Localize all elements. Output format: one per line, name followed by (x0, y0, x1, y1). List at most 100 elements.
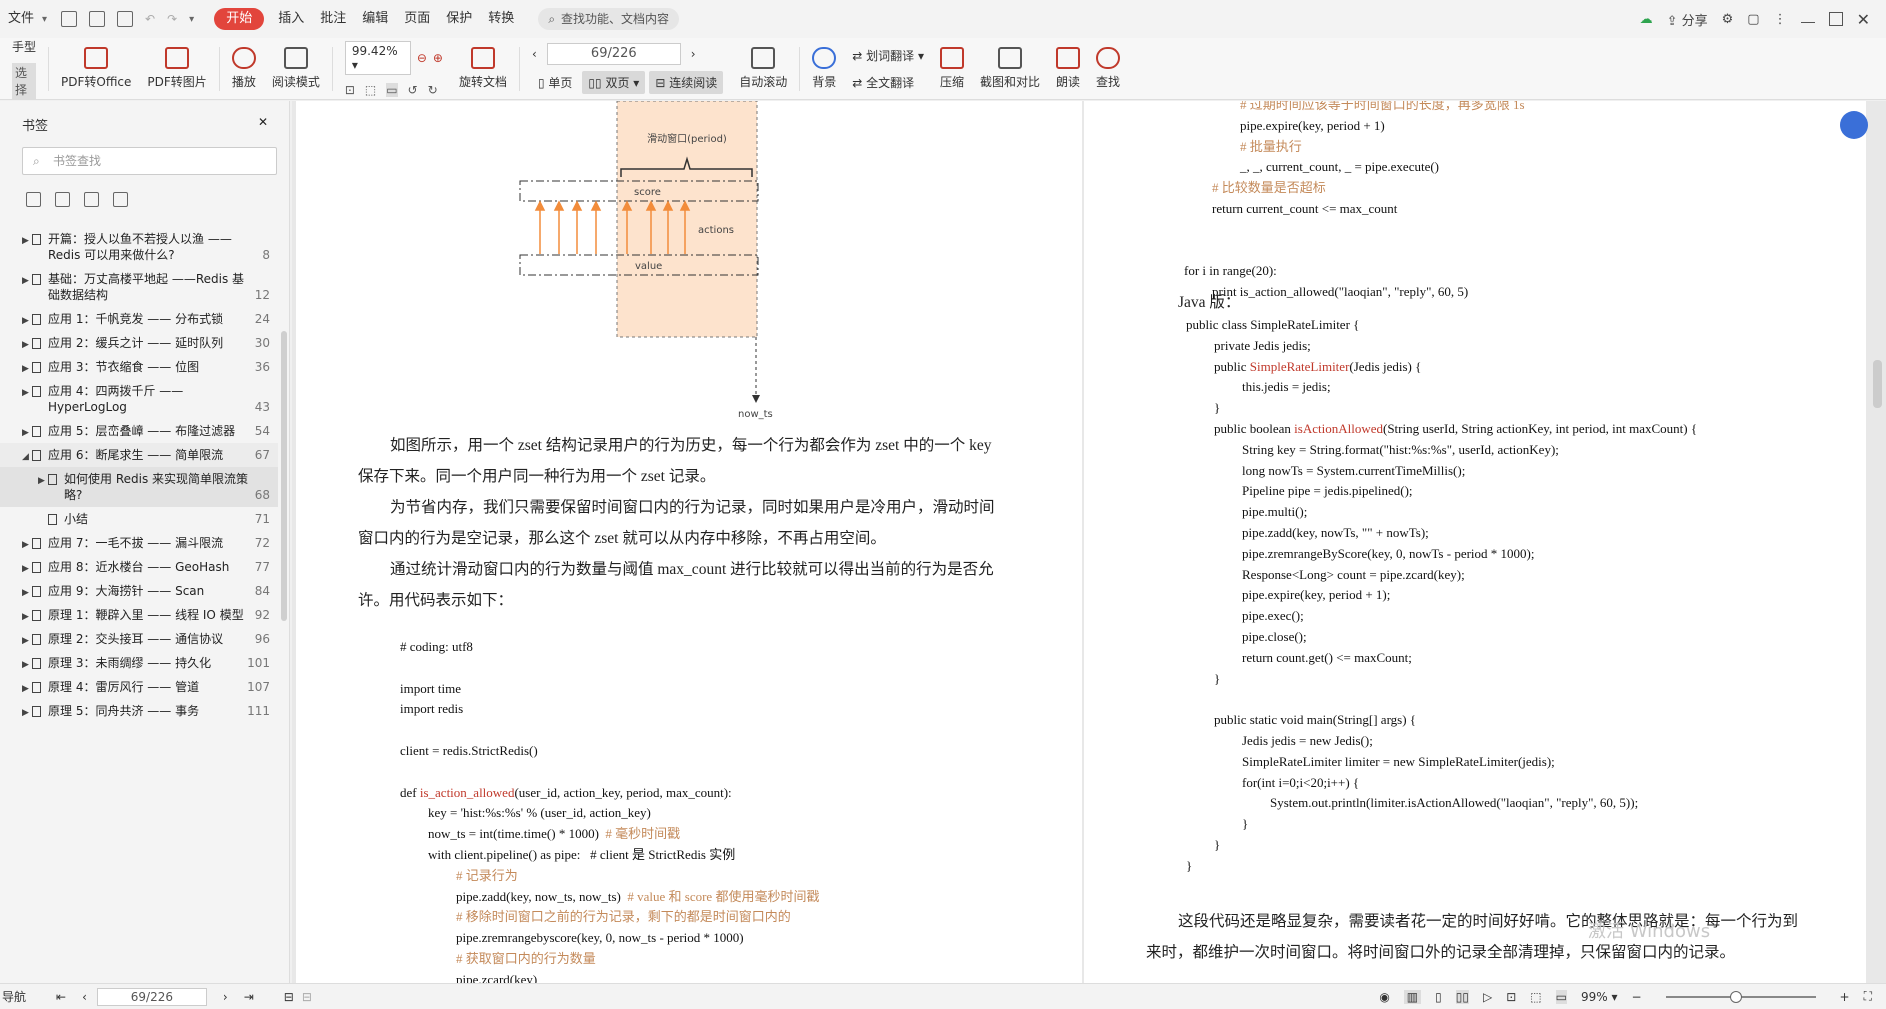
menu-tab[interactable]: 编辑 (354, 0, 396, 38)
auto-scroll-button[interactable]: 自动滚动 (731, 40, 795, 98)
chevron-down-icon[interactable]: ▾ (42, 14, 47, 25)
bookmark-item[interactable]: ▶ 原理 1：鞭辟入里 —— 线程 IO 模型 92 (0, 603, 278, 627)
next-view-icon[interactable]: ⊟ (302, 990, 312, 1004)
caret-right-icon[interactable]: ▶ (22, 233, 29, 249)
caret-right-icon[interactable]: ▶ (22, 561, 29, 577)
cloud-icon[interactable]: ☁ (1640, 12, 1653, 27)
bookmark-item[interactable]: ▶ 应用 3：节衣缩食 —— 位图 36 (0, 355, 278, 379)
navigation-toggle[interactable]: 导航 (2, 988, 26, 1005)
zoom-level[interactable]: 99% ▾ (1581, 990, 1618, 1004)
bookmark-icon[interactable] (113, 192, 128, 207)
next-page-icon[interactable]: › (691, 47, 696, 61)
print-icon[interactable] (117, 11, 134, 27)
eye-protection-icon[interactable]: ◉ (1379, 990, 1389, 1004)
fullscreen-icon[interactable]: ⛶ (1864, 989, 1872, 1004)
play-icon[interactable]: ▷ (1483, 990, 1492, 1004)
customize-icon[interactable]: ▾ (189, 14, 194, 25)
fit-width-icon[interactable]: ▭ (386, 82, 398, 97)
bookmark-item[interactable]: ▶ 应用 1：千帆竞发 —— 分布式锁 24 (0, 307, 278, 331)
layout-icon[interactable]: ▥ (1403, 989, 1422, 1004)
compress-button[interactable]: 压缩 (932, 40, 972, 98)
bookmark-search-input[interactable]: ⌕ 书签查找 (22, 147, 277, 175)
menu-tab[interactable]: 保护 (438, 0, 480, 38)
rotate-doc-button[interactable]: 旋转文档 (451, 40, 515, 98)
caret-right-icon[interactable]: ▶ (22, 313, 29, 329)
first-page-icon[interactable]: ⇤ (56, 990, 66, 1004)
pdf-to-image-button[interactable]: PDF转图片 (139, 40, 214, 98)
caret-right-icon[interactable]: ▶ (22, 657, 29, 673)
file-menu[interactable]: 文件 (0, 0, 42, 38)
prev-view-icon[interactable]: ⊟ (284, 990, 294, 1004)
caret-down-icon[interactable]: ◢ (22, 449, 29, 465)
select-tool-button[interactable]: 选择 (12, 63, 36, 99)
read-aloud-button[interactable]: 朗读 (1048, 40, 1088, 98)
hand-tool-button[interactable]: 手型 (12, 38, 36, 55)
save-icon[interactable] (89, 11, 106, 27)
status-page-input[interactable]: 69/226 (96, 987, 207, 1006)
double-view-icon[interactable]: ▯▯ (1455, 989, 1469, 1004)
bookmark-item[interactable]: ▶ 原理 5：同舟共济 —— 事务 111 (0, 699, 278, 723)
zoom-out-icon[interactable]: − (1631, 990, 1641, 1004)
caret-right-icon[interactable]: ▶ (22, 273, 29, 289)
redo-icon[interactable]: ↷ (167, 12, 177, 26)
bookmark-item[interactable]: ▶ 应用 4：四两拨千斤 —— HyperLogLog 43 (0, 379, 278, 419)
rotate-left-icon[interactable]: ↺ (408, 83, 418, 97)
bookmark-item[interactable]: ▶ 应用 8：近水楼台 —— GeoHash 77 (0, 555, 278, 579)
undo-icon[interactable]: ↶ (145, 12, 155, 26)
continuous-read-button[interactable]: ⊟ 连续阅读 (649, 71, 724, 94)
caret-right-icon[interactable]: ▶ (22, 633, 29, 649)
zoom-out-icon[interactable]: ⊖ (417, 51, 427, 65)
caret-right-icon[interactable]: ▶ (22, 585, 29, 601)
caret-right-icon[interactable]: ▶ (22, 385, 29, 401)
minimize-icon[interactable] (1800, 15, 1815, 23)
caret-right-icon[interactable]: ▶ (22, 425, 29, 441)
fit-width-icon[interactable]: ▭ (1555, 989, 1567, 1004)
full-translate-button[interactable]: ⇄ 全文翻译 (852, 74, 914, 91)
play-button[interactable]: 播放 (224, 40, 264, 98)
page-number-input[interactable]: 69/226 (546, 43, 681, 65)
compare-button[interactable]: 截图和对比 (972, 40, 1048, 98)
bookmark-item[interactable]: ◢ 应用 6：断尾求生 —— 简单限流 67 (0, 443, 278, 467)
menu-tab[interactable]: 页面 (396, 0, 438, 38)
next-page-icon[interactable]: › (223, 990, 228, 1004)
caret-right-icon[interactable]: ▶ (22, 705, 29, 721)
bookmark-item[interactable]: ▶ 应用 5：层峦叠嶂 —— 布隆过滤器 54 (0, 419, 278, 443)
bookmark-item[interactable]: ▶ 应用 7：一毛不拔 —— 漏斗限流 72 (0, 531, 278, 555)
maximize-icon[interactable] (1828, 12, 1843, 26)
pdf-to-office-button[interactable]: PDF转Office (53, 40, 139, 98)
feedback-icon[interactable]: ▢ (1747, 12, 1759, 27)
zoom-slider-knob[interactable] (1729, 990, 1742, 1003)
menu-tab[interactable]: 转换 (480, 0, 522, 38)
word-translate-button[interactable]: ⇄ 划词翻译 ▾ (852, 47, 924, 64)
menu-tab[interactable]: 开始 (214, 8, 265, 30)
sidebar-scrollbar[interactable] (281, 331, 287, 621)
last-page-icon[interactable]: ⇥ (244, 990, 254, 1004)
caret-right-icon[interactable]: ▶ (22, 537, 29, 553)
settings-icon[interactable]: ⚙ (1722, 12, 1734, 27)
background-button[interactable]: 背景 (804, 40, 844, 98)
actual-size-icon[interactable]: ⊡ (1506, 990, 1516, 1004)
floating-tool-button[interactable] (1840, 111, 1868, 139)
bookmark-item[interactable]: ▶ 基础：万丈高楼平地起 ——Redis 基础数据结构 12 (0, 267, 278, 307)
double-page-button[interactable]: ▯▯ 双页 ▾ (582, 71, 646, 94)
bookmark-item[interactable]: ▶ 应用 9：大海捞针 —— Scan 84 (0, 579, 278, 603)
caret-right-icon[interactable]: ▶ (22, 361, 29, 377)
bookmark-item[interactable]: 小结 71 (0, 507, 278, 531)
fit-page-icon[interactable]: ⬚ (1530, 990, 1541, 1004)
zoom-select[interactable]: 99.42% ▾ (344, 40, 411, 75)
zoom-in-icon[interactable]: ⊕ (433, 51, 443, 65)
bookmark-item[interactable]: ▶ 原理 3：未雨绸缪 —— 持久化 101 (0, 651, 278, 675)
single-page-button[interactable]: ▯ 单页 (532, 71, 578, 94)
document-scrollbar[interactable] (1873, 360, 1882, 408)
open-icon[interactable] (61, 11, 78, 27)
bookmark-item[interactable]: ▶ 原理 4：雷厉风行 —— 管道 107 (0, 675, 278, 699)
read-mode-button[interactable]: 阅读模式 (264, 40, 328, 98)
prev-page-icon[interactable]: ‹ (532, 47, 537, 61)
caret-right-icon[interactable]: ▶ (22, 681, 29, 697)
more-icon[interactable]: ⋮ (1774, 12, 1787, 27)
close-icon[interactable]: ✕ (258, 115, 268, 129)
caret-right-icon[interactable]: ▶ (22, 609, 29, 625)
bookmark-item[interactable]: ▶ 应用 2：缓兵之计 —— 延时队列 30 (0, 331, 278, 355)
bookmark-item[interactable]: ▶ 如何使用 Redis 来实现简单限流策略? 68 (0, 467, 278, 507)
bookmark-item[interactable]: ▶ 开篇：授人以鱼不若授人以渔 —— Redis 可以用来做什么? 8 (0, 227, 278, 267)
